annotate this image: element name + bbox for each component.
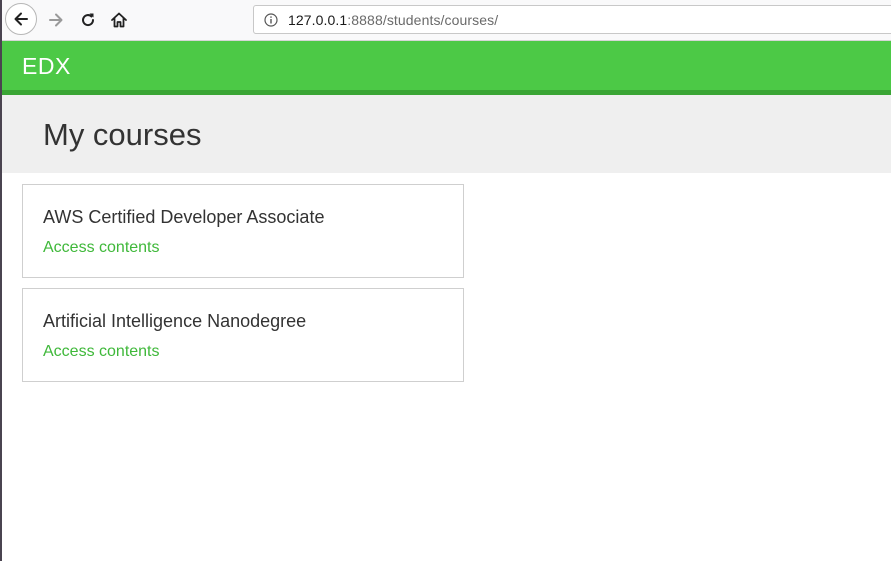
back-arrow-icon bbox=[14, 12, 28, 26]
course-title: Artificial Intelligence Nanodegree bbox=[43, 311, 307, 331]
forward-button[interactable] bbox=[40, 4, 72, 36]
site-header: EDX bbox=[2, 41, 891, 95]
home-icon bbox=[111, 12, 127, 28]
access-contents-link[interactable]: Access contents bbox=[43, 239, 160, 257]
back-button[interactable] bbox=[5, 3, 37, 35]
reload-button[interactable] bbox=[72, 4, 104, 36]
reload-icon bbox=[82, 13, 95, 27]
course-card: Artificial Intelligence Nanodegree Acces… bbox=[22, 288, 464, 382]
address-bar[interactable]: 127.0.0.1:8888/students/courses/ bbox=[253, 5, 891, 34]
browser-window: 127.0.0.1:8888/students/courses/ EDX My … bbox=[0, 0, 891, 561]
course-card: AWS Certified Developer Associate Access… bbox=[22, 184, 464, 278]
browser-toolbar: 127.0.0.1:8888/students/courses/ bbox=[2, 0, 891, 41]
page-heading-band: My courses bbox=[2, 95, 891, 173]
access-contents-link[interactable]: Access contents bbox=[43, 343, 160, 361]
url-host: 127.0.0.1 bbox=[288, 12, 348, 28]
url-path: :8888/students/courses/ bbox=[347, 12, 499, 28]
forward-arrow-icon bbox=[49, 13, 63, 27]
info-icon[interactable] bbox=[264, 13, 278, 27]
course-list: AWS Certified Developer Associate Access… bbox=[22, 184, 464, 392]
url-text: 127.0.0.1:8888/students/courses/ bbox=[288, 12, 498, 28]
site-logo[interactable]: EDX bbox=[22, 53, 71, 80]
home-button[interactable] bbox=[103, 4, 135, 36]
course-title: AWS Certified Developer Associate bbox=[43, 207, 325, 227]
page-title: My courses bbox=[43, 117, 202, 152]
